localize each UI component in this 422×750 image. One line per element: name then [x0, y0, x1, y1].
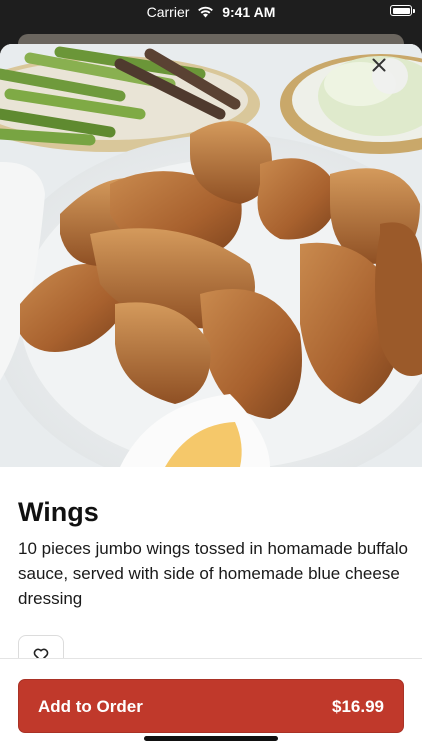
- item-detail-card: Wings 10 pieces jumbo wings tossed in ho…: [0, 44, 422, 750]
- battery-icon: [390, 5, 415, 16]
- wings-photo-illustration: [0, 44, 422, 467]
- item-title: Wings: [18, 497, 99, 527]
- price-label: $16.99: [332, 697, 384, 716]
- item-photo: [0, 44, 422, 467]
- carrier-label: Carrier: [146, 4, 190, 20]
- add-to-order-button[interactable]: Add to Order $16.99: [18, 679, 404, 733]
- status-time: 9:41 AM: [222, 4, 276, 20]
- item-description: 10 pieces jumbo wings tossed in homamade…: [18, 539, 408, 608]
- close-icon: [372, 58, 386, 72]
- status-bar: Carrier 9:41 AM: [0, 0, 422, 26]
- item-detail-screen: Carrier 9:41 AM Wings 10 pieces jumbo wi…: [0, 0, 422, 750]
- wifi-icon: [198, 6, 214, 18]
- home-indicator: [144, 736, 278, 741]
- close-button[interactable]: [372, 58, 408, 94]
- add-to-order-label: Add to Order: [38, 697, 143, 716]
- status-center: Carrier 9:41 AM: [0, 4, 422, 20]
